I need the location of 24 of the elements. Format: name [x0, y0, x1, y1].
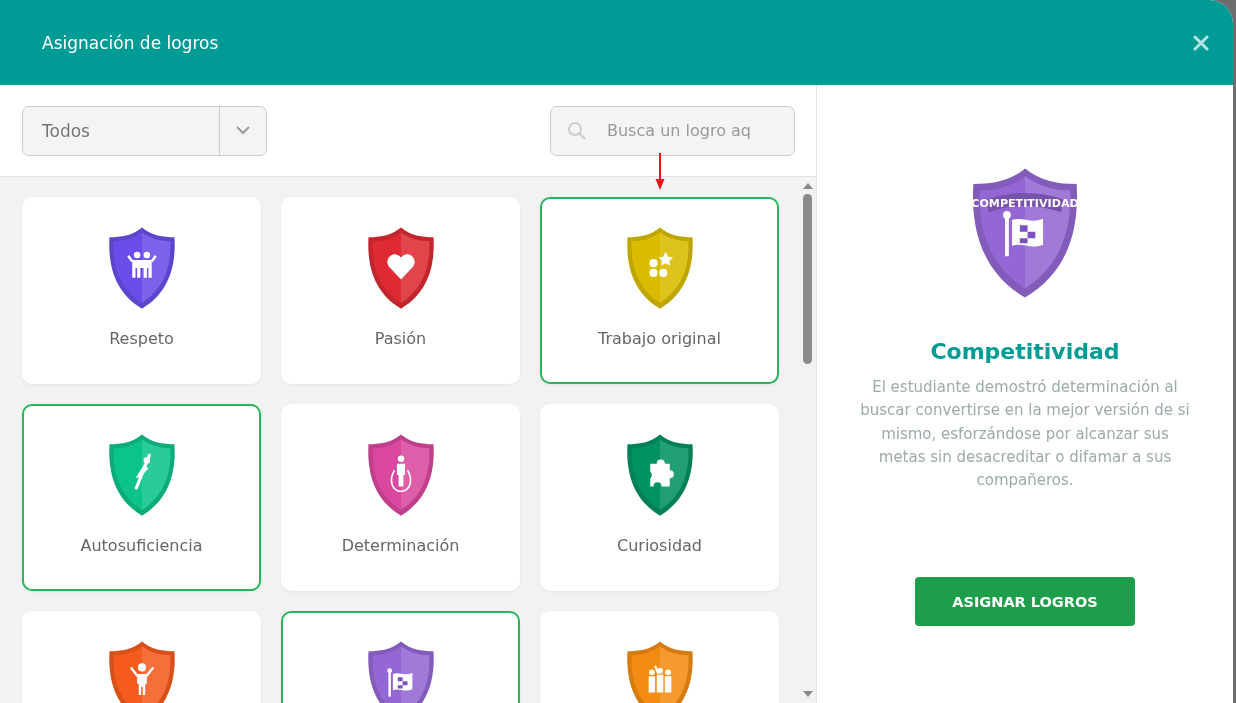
search-field[interactable]: Busca un logro aq	[550, 105, 795, 156]
achievement-name: Trabajo original	[598, 329, 721, 348]
achievement-name: Autosuficiencia	[80, 536, 203, 555]
close-icon	[1193, 34, 1209, 51]
scroll-up-icon[interactable]	[801, 182, 814, 190]
achievement-card[interactable]: Respeto	[22, 197, 261, 384]
achievement-card[interactable]: Determinación	[281, 404, 520, 591]
chevron-down-icon	[236, 126, 250, 135]
achievement-title: Competitividad	[930, 339, 1120, 364]
achievement-name: Determinación	[341, 536, 460, 555]
achievement-card[interactable]: Pasión	[281, 197, 520, 384]
achievement-description: El estudiante demostró determinación al buscar convertirse en la mejor versión de si mismo, esforzándose por alcanzar sus metas sin desacreditar o difamar a sus compañeros.	[859, 377, 1191, 492]
achievement-name: Respeto	[109, 329, 174, 348]
achievement-card[interactable]: Curiosidad	[540, 404, 779, 591]
assign-button[interactable]: ASIGNAR LOGROS	[915, 577, 1135, 627]
scroll-down-icon[interactable]	[801, 690, 814, 698]
scrollbar-thumb[interactable]	[803, 194, 812, 364]
achievement-card[interactable]: Autosuficiencia	[22, 404, 261, 591]
badge-label: COMPETITIVIDAD	[971, 196, 1079, 210]
achievement-name: Pasión	[374, 329, 427, 348]
filter-dropdown[interactable]: Todos	[22, 105, 267, 156]
window-title: Asignación de logros	[42, 32, 219, 53]
achievement-name: Curiosidad	[617, 536, 702, 555]
achievement-card[interactable]: Trabajo original	[540, 197, 779, 384]
